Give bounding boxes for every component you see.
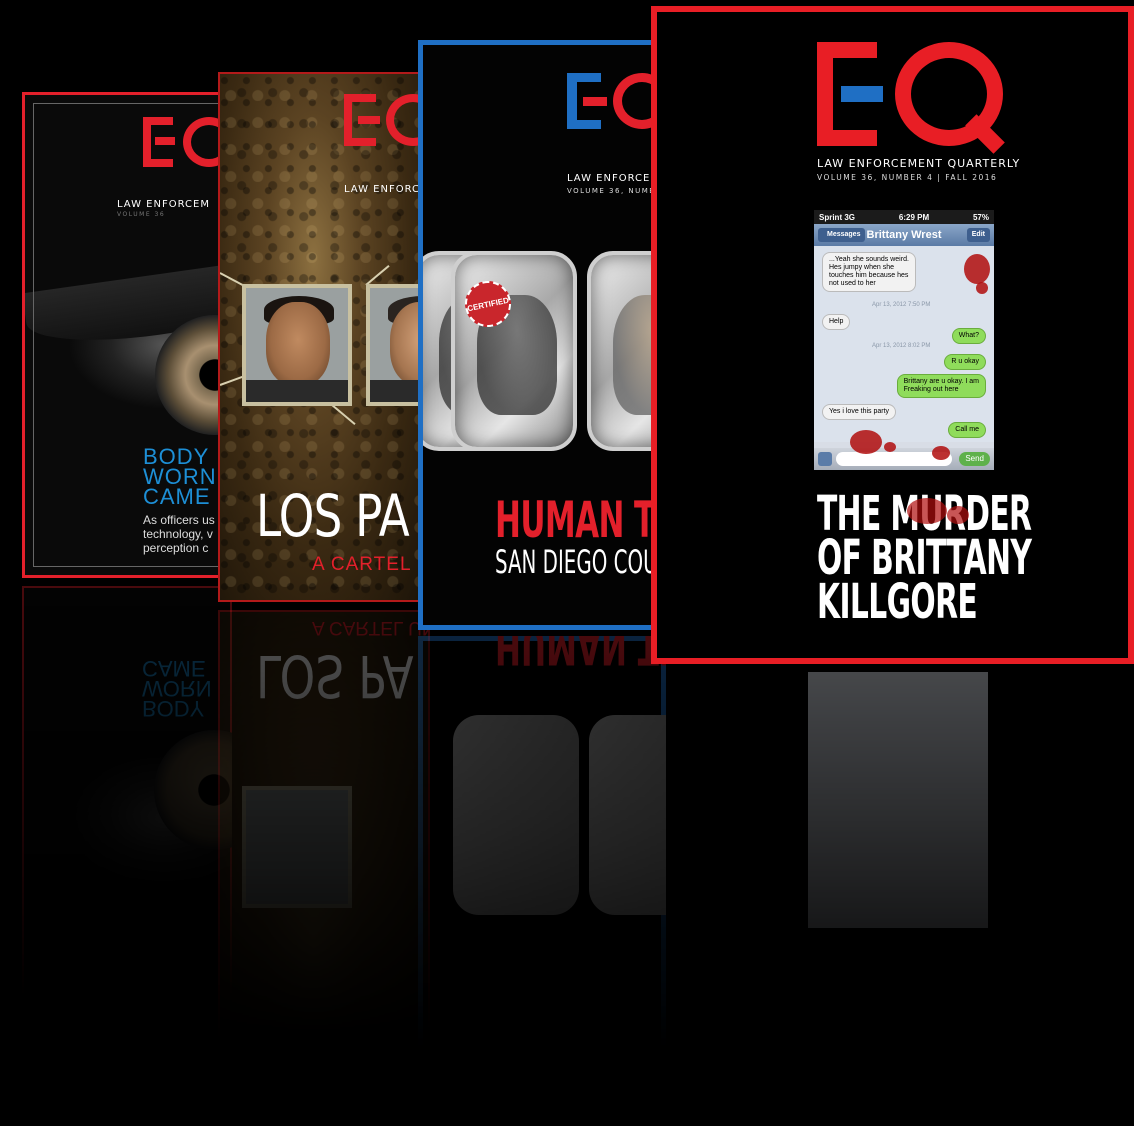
cover-1-reflection: BODY WORN CAME xyxy=(22,586,232,1072)
cover-1-reflection-headline-3: CAME xyxy=(142,656,206,681)
timestamp: Apr 13, 2012 7:50 PM xyxy=(872,302,931,308)
cover-1-headline: BODY WORN CAME xyxy=(143,446,217,509)
blood-splatter xyxy=(976,282,988,294)
magazine-cover-2[interactable]: LAW ENFORCEMENT LOS PA A CARTEL UN xyxy=(218,72,430,602)
blood-splatter xyxy=(932,446,950,460)
message-bubble: R u okay xyxy=(944,354,986,370)
cover-2-headline: LOS PA xyxy=(256,482,410,550)
cover-3-reflection: HUMAN TR SAN DIEGO COUNTY xyxy=(418,636,666,1126)
timestamp: Apr 13, 2012 8:02 PM xyxy=(872,343,931,349)
cover-3-subhead: SAN DIEGO COUNTY xyxy=(495,543,661,581)
masthead: LAW ENFORCEMENT QUARTERLY xyxy=(817,157,1021,170)
message-bubble: Yes i love this party xyxy=(822,404,897,420)
cover-1-headline-3: CAME xyxy=(143,484,211,509)
magazine-cover-3[interactable]: LAW ENFORCEMENT VOLUME 36, NUMBER CERTIF… xyxy=(418,40,666,630)
cover-4-reflection: THE MURDER OF BRITTANY KILLGORE xyxy=(651,672,1134,1126)
message-bubble: What? xyxy=(951,328,986,344)
camera-icon xyxy=(818,452,832,466)
issue-line: VOLUME 36, NUMBER 4 | FALL 2016 xyxy=(817,173,998,182)
blood-splatter xyxy=(907,498,947,524)
message-bubble: Help xyxy=(822,314,851,330)
clock: 6:29 PM xyxy=(898,212,930,222)
message-bubble: Call me xyxy=(948,422,986,438)
iphone-screenshot: Sprint 3G 6:29 PM 57% Messages Brittany … xyxy=(814,210,994,470)
cover-2-reflection-subhead: A CARTEL UN xyxy=(312,617,430,638)
battery: 57% xyxy=(972,212,989,222)
issue-line: VOLUME 36 xyxy=(117,211,166,218)
message-bubble: Brittany are u okay. I am Freaking out h… xyxy=(896,374,986,398)
message-input-bar: Send xyxy=(814,448,994,470)
cover-3-reflection-headline: HUMAN TR xyxy=(495,636,666,675)
cover-4-headline-3: KILLGORE xyxy=(817,574,978,630)
cover-2-reflection: LOS PA A CARTEL UN xyxy=(218,610,430,1120)
back-button: Messages xyxy=(818,228,866,242)
messages-navbar: Messages Brittany Wrest Edit xyxy=(814,224,994,246)
edit-button: Edit xyxy=(966,228,990,242)
magazine-cover-4[interactable]: LAW ENFORCEMENT QUARTERLY VOLUME 36, NUM… xyxy=(651,6,1134,664)
capsule-photo-2: CERTIFIED xyxy=(451,251,577,451)
cover-3-headline: HUMAN TR xyxy=(495,491,666,549)
cover-2-subhead: A CARTEL UN xyxy=(312,554,428,575)
carrier: Sprint 3G xyxy=(819,212,856,222)
mugshot-1 xyxy=(242,284,352,406)
eq-logo xyxy=(817,42,1007,154)
blood-splatter xyxy=(964,254,990,284)
magazine-cover-1[interactable]: LAW ENFORCEM VOLUME 36 BODY WORN CAME As… xyxy=(22,92,232,578)
message-bubble: ...Yeah she sounds weird. Hes jumpy when… xyxy=(822,252,916,292)
status-bar: Sprint 3G 6:29 PM 57% xyxy=(814,210,994,224)
cover-1-reflection-headline-2: WORN xyxy=(142,676,212,701)
contact-name: Brittany Wrest xyxy=(866,229,942,241)
masthead: LAW ENFORCEM xyxy=(117,199,210,210)
cover-2-reflection-headline: LOS PA xyxy=(256,642,414,710)
blood-splatter xyxy=(884,442,896,452)
cover-1-reflection-headline-1: BODY xyxy=(142,696,205,721)
blood-splatter xyxy=(850,430,882,454)
send-button: Send xyxy=(959,452,990,466)
blood-splatter xyxy=(947,506,969,524)
